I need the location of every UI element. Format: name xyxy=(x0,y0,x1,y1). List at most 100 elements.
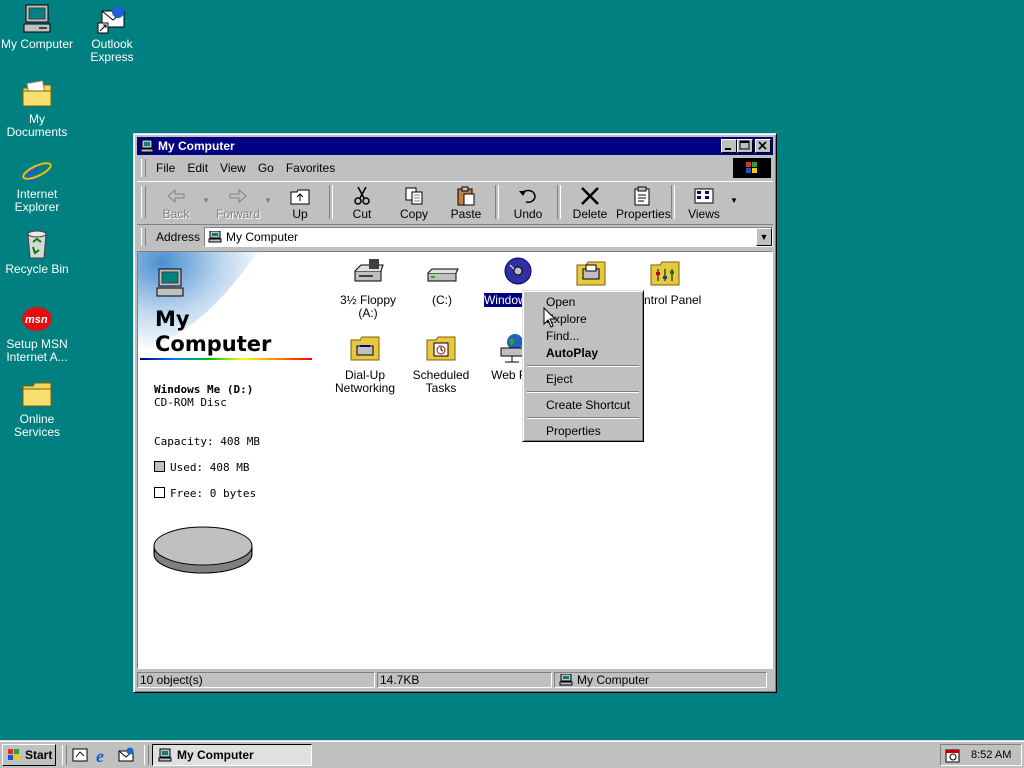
up-button[interactable]: Up xyxy=(274,182,326,222)
show-desktop-icon[interactable] xyxy=(71,746,89,764)
close-button[interactable] xyxy=(755,139,771,153)
delete-button[interactable]: Delete xyxy=(564,182,616,222)
back-dropdown-icon[interactable]: ▼ xyxy=(202,182,212,205)
views-icon xyxy=(692,186,716,206)
internet-explorer-icon[interactable]: e xyxy=(94,746,112,766)
up-label: Up xyxy=(292,207,308,221)
my-computer-icon xyxy=(559,673,573,686)
toolbar-grip[interactable] xyxy=(141,228,146,246)
toolbar-grip[interactable] xyxy=(141,186,146,218)
maximize-button[interactable] xyxy=(737,139,753,153)
scheduled-tasks-item[interactable]: Scheduled Tasks xyxy=(404,332,478,395)
address-value: My Computer xyxy=(226,230,299,244)
context-menu-create-shortcut[interactable]: Create Shortcut xyxy=(546,398,630,412)
toolbar-grip[interactable] xyxy=(141,159,146,177)
folder-icon xyxy=(21,378,53,410)
properties-icon xyxy=(630,186,654,206)
menu-file[interactable]: File xyxy=(150,161,181,175)
my-computer-icon xyxy=(157,748,173,762)
desktop-icon-setup-msn[interactable]: msn Setup MSN Internet A... xyxy=(0,303,77,364)
svg-text:e: e xyxy=(96,746,104,764)
taskbar: Start e My Computer 8:52 AM xyxy=(0,740,1024,768)
toolbar-separator xyxy=(671,185,675,219)
copy-button[interactable]: Copy xyxy=(388,182,440,222)
scheduled-tasks-icon xyxy=(424,332,458,364)
undo-button[interactable]: Undo xyxy=(502,182,554,222)
web-view-info-pane: My Computer Windows Me (D:) CD-ROM Disc … xyxy=(138,252,318,668)
menu-favorites[interactable]: Favorites xyxy=(280,161,341,175)
task-label: My Computer xyxy=(177,748,254,762)
delete-x-icon xyxy=(578,186,602,206)
status-zone: My Computer xyxy=(554,672,767,688)
my-computer-icon xyxy=(21,3,53,35)
menu-bar: File Edit View Go Favorites xyxy=(137,157,773,179)
start-button[interactable]: Start xyxy=(2,744,56,766)
toolbar-separator xyxy=(557,185,561,219)
hard-drive-icon xyxy=(425,257,459,289)
forward-button[interactable]: Forward xyxy=(212,182,264,222)
folder-icon xyxy=(21,78,53,110)
cut-button[interactable]: Cut xyxy=(336,182,388,222)
forward-dropdown-icon[interactable]: ▼ xyxy=(264,182,274,205)
menu-view[interactable]: View xyxy=(214,161,252,175)
context-menu-find[interactable]: Find... xyxy=(546,329,579,343)
toolbar-separator xyxy=(495,185,499,219)
cd-rom-icon xyxy=(500,257,534,289)
drive-type: CD-ROM Disc xyxy=(154,396,227,409)
menu-edit[interactable]: Edit xyxy=(181,161,214,175)
desktop-icon-label: Outlook Express xyxy=(90,37,134,64)
status-zone-label: My Computer xyxy=(577,672,650,687)
back-button[interactable]: Back xyxy=(150,182,202,222)
views-button[interactable]: Views xyxy=(678,182,730,222)
info-heading-line1: My xyxy=(155,307,190,331)
dial-up-networking-item[interactable]: Dial-Up Networking xyxy=(328,332,402,395)
menu-go[interactable]: Go xyxy=(252,161,280,175)
clock[interactable]: 8:52 AM xyxy=(971,749,1011,761)
context-menu-eject[interactable]: Eject xyxy=(546,372,573,386)
context-menu-autoplay[interactable]: AutoPlay xyxy=(546,346,598,360)
desktop-icon-outlook-express[interactable]: Outlook Express xyxy=(72,3,152,64)
address-bar: Address My Computer ▼ xyxy=(137,224,773,249)
desktop-icon-my-computer[interactable]: My Computer xyxy=(0,3,77,51)
info-divider xyxy=(140,358,312,360)
drive-free-text: Free: 0 bytes xyxy=(170,487,257,500)
desktop-icon-label: Online Services xyxy=(13,412,60,439)
status-size: 14.7KB xyxy=(377,672,552,688)
up-folder-icon xyxy=(288,186,312,206)
control-panel-icon xyxy=(648,257,682,289)
drive-used: Used: 408 MB xyxy=(154,461,249,474)
desktop-icon-my-documents[interactable]: My Documents xyxy=(0,78,77,139)
context-menu-separator xyxy=(527,417,639,419)
delete-label: Delete xyxy=(572,207,608,221)
views-dropdown-icon[interactable]: ▼ xyxy=(730,182,740,205)
title-bar[interactable]: My Computer xyxy=(137,137,773,155)
scheduled-tasks-tray-icon[interactable] xyxy=(945,747,961,763)
windows-logo-icon xyxy=(6,748,22,762)
item-label: (C:) xyxy=(432,293,452,307)
taskbar-grip[interactable] xyxy=(144,745,149,765)
window-title: My Computer xyxy=(158,139,235,153)
paste-button[interactable]: Paste xyxy=(440,182,492,222)
address-dropdown-icon[interactable]: ▼ xyxy=(756,228,772,246)
desktop-icon-online-services[interactable]: Online Services xyxy=(0,378,77,439)
forward-label: Forward xyxy=(215,207,260,221)
drive-used-text: Used: 408 MB xyxy=(170,461,250,474)
address-input[interactable]: My Computer ▼ xyxy=(204,227,773,247)
task-button-my-computer[interactable]: My Computer xyxy=(152,744,312,766)
desktop-icon-internet-explorer[interactable]: e Internet Explorer xyxy=(0,152,77,214)
printers-folder-item[interactable] xyxy=(554,257,628,294)
minimize-button[interactable] xyxy=(721,139,737,153)
outlook-express-icon[interactable] xyxy=(117,746,135,764)
status-object-count: 10 object(s) xyxy=(137,672,375,688)
back-label: Back xyxy=(162,207,190,221)
start-label: Start xyxy=(25,748,53,762)
drive-item-floppy[interactable]: 3½ Floppy (A:) xyxy=(331,257,405,320)
desktop-icon-recycle-bin[interactable]: Recycle Bin xyxy=(0,228,77,276)
drive-item-c[interactable]: (C:) xyxy=(405,257,479,307)
quick-launch-grip[interactable] xyxy=(62,745,67,765)
drive-free: Free: 0 bytes xyxy=(154,487,256,500)
context-menu-properties[interactable]: Properties xyxy=(546,424,601,438)
my-computer-icon xyxy=(154,267,186,299)
desktop-icon-label: Internet Explorer xyxy=(14,187,60,214)
properties-button[interactable]: Properties xyxy=(616,182,671,222)
